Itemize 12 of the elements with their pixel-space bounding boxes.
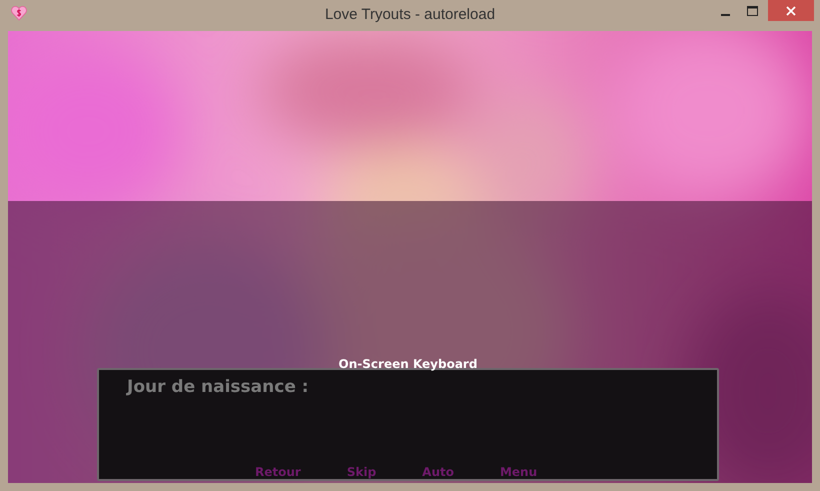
menu-button[interactable]: Menu <box>500 465 538 479</box>
close-icon <box>786 6 796 16</box>
heart-icon <box>11 5 27 21</box>
menu-button[interactable]: Retour <box>255 465 301 479</box>
maximize-icon <box>747 6 758 16</box>
menu-button[interactable]: Skip <box>346 465 376 479</box>
prompt-text: Jour de naissance : <box>127 377 309 397</box>
keyboard-label: On-Screen Keyboard <box>338 357 478 371</box>
close-button[interactable] <box>768 0 814 21</box>
menu-button[interactable]: Auto <box>422 465 454 479</box>
window-title: Love Tryouts - autoreload <box>324 6 496 23</box>
minimize-icon <box>721 14 730 16</box>
